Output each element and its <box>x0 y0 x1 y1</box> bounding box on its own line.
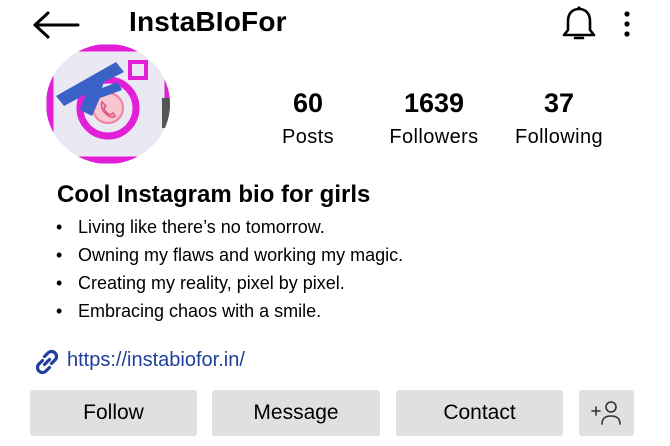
bio-list: Living like there’s no tomorrow. Owning … <box>56 213 403 325</box>
page-title: InstaBIoFor <box>129 6 287 37</box>
notifications-button[interactable] <box>560 4 598 44</box>
following-stat[interactable]: 37 Following <box>503 88 615 149</box>
message-button[interactable]: Message <box>212 390 380 436</box>
bio-item: Living like there’s no tomorrow. <box>56 213 403 241</box>
add-user-icon <box>590 401 621 425</box>
posts-label: Posts <box>281 126 335 148</box>
followers-count: 1639 <box>403 88 465 118</box>
more-vertical-icon <box>624 11 630 37</box>
link-icon[interactable] <box>32 347 62 377</box>
bio-item: Embracing chaos with a smile. <box>56 297 403 325</box>
back-button[interactable] <box>30 8 82 42</box>
more-menu-button[interactable] <box>617 8 637 40</box>
bio-title: Cool Instagram bio for girls <box>57 181 371 208</box>
bio-item: Creating my reality, pixel by pixel. <box>56 269 403 297</box>
posts-stat[interactable]: 60 Posts <box>269 88 347 149</box>
following-label: Following <box>514 126 604 148</box>
follow-button[interactable]: Follow <box>30 390 197 436</box>
camera-logo-icon <box>46 44 170 164</box>
followers-stat[interactable]: 1639 Followers <box>374 88 494 149</box>
arrow-left-icon <box>33 11 80 39</box>
profile-avatar[interactable] <box>46 44 172 164</box>
bio-item: Owning my flaws and working my magic. <box>56 241 403 269</box>
followers-label: Followers <box>389 126 479 148</box>
following-count: 37 <box>543 88 575 118</box>
bell-icon <box>562 6 596 40</box>
add-user-button[interactable] <box>579 390 634 436</box>
chain-link-icon <box>35 349 59 375</box>
posts-count: 60 <box>292 88 324 118</box>
contact-button[interactable]: Contact <box>396 390 563 436</box>
profile-link[interactable]: https://instabiofor.in/ <box>67 349 245 372</box>
